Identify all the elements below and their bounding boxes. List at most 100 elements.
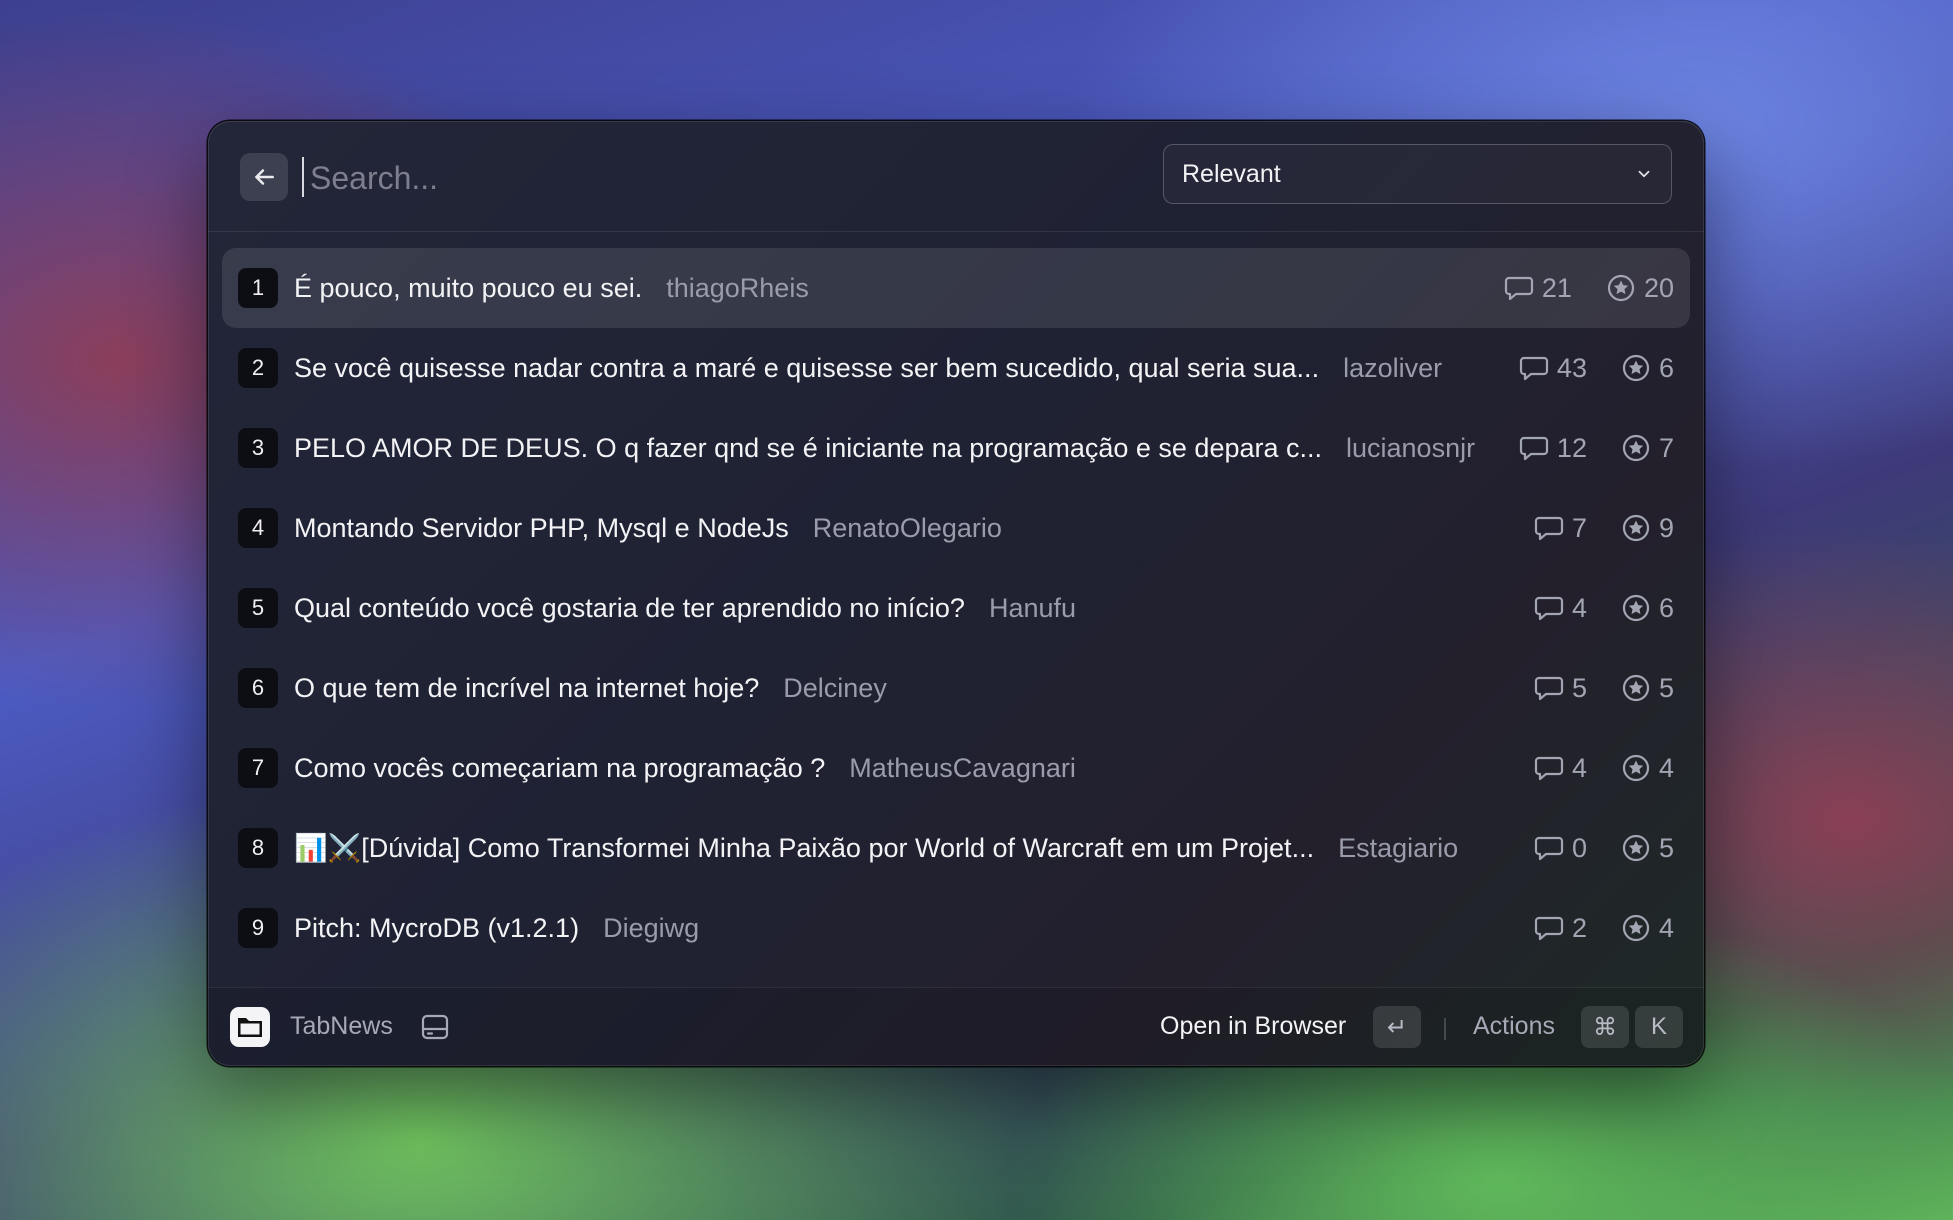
actions-menu-button[interactable]: Actions bbox=[1473, 1012, 1555, 1041]
comment-count: 7 bbox=[1534, 513, 1587, 544]
k-key-hint: K bbox=[1635, 1006, 1683, 1048]
tabcoin-count: 4 bbox=[1621, 913, 1674, 944]
post-title: PELO AMOR DE DEUS. O q fazer qnd se é in… bbox=[294, 432, 1323, 463]
back-button[interactable] bbox=[240, 153, 288, 201]
comment-count-value: 4 bbox=[1571, 592, 1587, 623]
post-title: Pitch: MycroDB (v1.2.1) bbox=[294, 912, 580, 943]
comment-count-value: 0 bbox=[1571, 832, 1587, 863]
rank-badge: 4 bbox=[238, 508, 278, 548]
star-coin-icon bbox=[1607, 274, 1635, 302]
star-coin-icon bbox=[1622, 834, 1650, 862]
tabcoin-count-value: 4 bbox=[1658, 912, 1674, 943]
command-key-hint: ⌘ bbox=[1581, 1006, 1629, 1048]
speech-bubble-icon bbox=[1504, 276, 1534, 301]
text-caret bbox=[302, 157, 304, 197]
list-item[interactable]: 9 Pitch: MycroDB (v1.2.1) Diegiwg 2 4 bbox=[222, 888, 1690, 968]
list-item[interactable]: 7 Como vocês começariam na programação ? M… bbox=[222, 728, 1690, 808]
folder-icon bbox=[238, 1018, 262, 1037]
star-coin-icon bbox=[1622, 594, 1650, 622]
tabcoin-count: 7 bbox=[1621, 433, 1674, 464]
star-coin-icon bbox=[1622, 434, 1650, 462]
tabcoin-count: 5 bbox=[1621, 833, 1674, 864]
post-title: 📊⚔️[Dúvida] Como Transformei Minha Paixã… bbox=[294, 833, 1315, 863]
tabcoin-count-value: 20 bbox=[1643, 272, 1674, 303]
speech-bubble-icon bbox=[1534, 676, 1564, 701]
list-item[interactable]: 2 Se você quisesse nadar contra a maré e … bbox=[222, 328, 1690, 408]
comment-count-value: 5 bbox=[1571, 672, 1587, 703]
comment-count: 43 bbox=[1519, 353, 1587, 384]
comment-count: 21 bbox=[1504, 273, 1572, 304]
comment-count: 2 bbox=[1534, 913, 1587, 944]
post-author: Diegiwg bbox=[603, 912, 700, 943]
post-author: MatheusCavagnari bbox=[849, 752, 1076, 783]
post-author: lazoliver bbox=[1343, 352, 1443, 383]
search-bar: Relevant bbox=[208, 121, 1704, 232]
comment-count-value: 21 bbox=[1541, 272, 1572, 303]
tabcoin-count-value: 5 bbox=[1658, 832, 1674, 863]
post-author: thiagoRheis bbox=[666, 272, 809, 303]
open-in-browser-action[interactable]: Open in Browser bbox=[1160, 1012, 1346, 1041]
post-author: Estagiario bbox=[1338, 832, 1459, 863]
post-author: lucianosnjr bbox=[1346, 432, 1476, 463]
post-title: Se você quisesse nadar contra a maré e q… bbox=[294, 352, 1320, 383]
tabcoin-count: 6 bbox=[1621, 593, 1674, 624]
tabcoin-count: 9 bbox=[1621, 513, 1674, 544]
list-item[interactable]: 8 📊⚔️[Dúvida] Como Transformei Minha Paix… bbox=[222, 808, 1690, 888]
arrow-left-icon bbox=[255, 169, 274, 185]
rank-badge: 3 bbox=[238, 428, 278, 468]
list-item[interactable]: 1 É pouco, muito pouco eu sei. thiagoRheis… bbox=[222, 248, 1690, 328]
speech-bubble-icon bbox=[1534, 596, 1564, 621]
post-title: O que tem de incrível na internet hoje? bbox=[294, 672, 760, 703]
app-logo bbox=[230, 1007, 270, 1047]
search-input[interactable] bbox=[300, 151, 1130, 205]
star-coin-icon bbox=[1622, 354, 1650, 382]
star-coin-icon bbox=[1622, 514, 1650, 542]
tabcoin-count: 5 bbox=[1621, 673, 1674, 704]
sort-dropdown-value: Relevant bbox=[1182, 159, 1281, 188]
comment-count: 12 bbox=[1519, 433, 1587, 464]
post-author: Delciney bbox=[783, 672, 887, 703]
speech-bubble-icon bbox=[1534, 836, 1564, 861]
tabcoin-count-value: 4 bbox=[1658, 752, 1674, 783]
list-item[interactable]: 4 Montando Servidor PHP, Mysql e NodeJs Re… bbox=[222, 488, 1690, 568]
chevron-down-icon bbox=[1638, 170, 1650, 178]
comment-count-value: 2 bbox=[1571, 912, 1587, 943]
post-title: Qual conteúdo você gostaria de ter apren… bbox=[294, 592, 965, 623]
star-coin-icon bbox=[1622, 754, 1650, 782]
comment-count-value: 43 bbox=[1556, 352, 1587, 383]
tabcoin-count-value: 6 bbox=[1658, 592, 1674, 623]
list-item[interactable]: 5 Qual conteúdo você gostaria de ter apre… bbox=[222, 568, 1690, 648]
comment-count: 0 bbox=[1534, 833, 1587, 864]
rank-badge: 6 bbox=[238, 668, 278, 708]
speech-bubble-icon bbox=[1534, 756, 1564, 781]
list-item[interactable]: 3 PELO AMOR DE DEUS. O q fazer qnd se é i… bbox=[222, 408, 1690, 488]
comment-count-value: 4 bbox=[1571, 752, 1587, 783]
speech-bubble-icon bbox=[1534, 516, 1564, 541]
tabcoin-count: 6 bbox=[1621, 353, 1674, 384]
rank-badge: 7 bbox=[238, 748, 278, 788]
comment-count: 4 bbox=[1534, 753, 1587, 784]
hard-drive-icon bbox=[421, 1014, 449, 1040]
speech-bubble-icon bbox=[1534, 916, 1564, 941]
enter-key-hint: ↵ bbox=[1373, 1006, 1421, 1048]
list-item[interactable]: 6 O que tem de incrível na internet hoje?… bbox=[222, 648, 1690, 728]
post-author: RenatoOlegario bbox=[812, 512, 1002, 543]
tabcoin-count-value: 6 bbox=[1658, 352, 1674, 383]
tabcoin-count: 20 bbox=[1606, 273, 1674, 304]
tabcoin-count-value: 9 bbox=[1658, 512, 1674, 543]
post-title: Como vocês começariam na programação ? bbox=[294, 752, 826, 783]
sort-dropdown[interactable]: Relevant bbox=[1163, 144, 1672, 204]
results-list: 1 É pouco, muito pouco eu sei. thiagoRheis… bbox=[222, 248, 1690, 968]
app-name: TabNews bbox=[290, 1012, 393, 1040]
tabcoin-count-value: 7 bbox=[1658, 432, 1674, 463]
tabcoin-count: 4 bbox=[1621, 753, 1674, 784]
rank-badge: 2 bbox=[238, 348, 278, 388]
speech-bubble-icon bbox=[1519, 436, 1549, 461]
comment-count-value: 12 bbox=[1556, 432, 1587, 463]
post-title: É pouco, muito pouco eu sei. bbox=[294, 272, 643, 303]
rank-badge: 1 bbox=[238, 268, 278, 308]
post-title: Montando Servidor PHP, Mysql e NodeJs bbox=[294, 512, 789, 543]
star-coin-icon bbox=[1622, 674, 1650, 702]
action-bar: TabNews Open in Browser ↵ Actions ⌘ K bbox=[208, 987, 1704, 1066]
comment-count: 4 bbox=[1534, 593, 1587, 624]
